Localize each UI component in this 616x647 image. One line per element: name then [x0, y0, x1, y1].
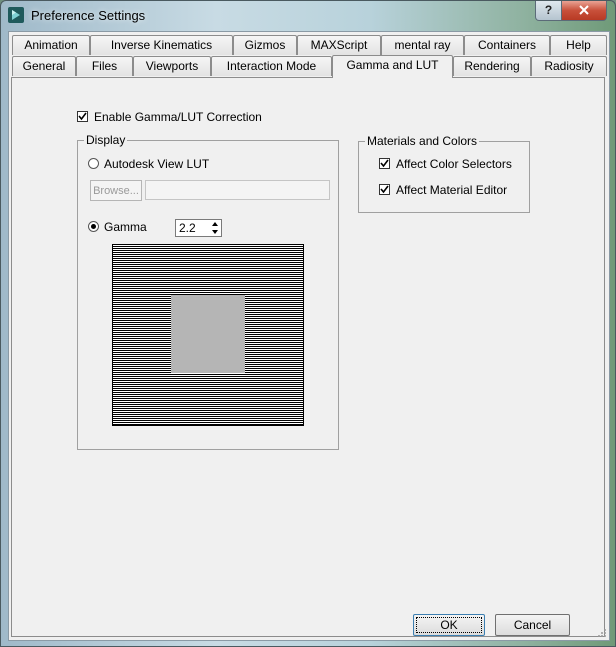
gamma-radio[interactable] — [88, 221, 99, 232]
tab-viewports[interactable]: Viewports — [133, 56, 211, 76]
tab-animation[interactable]: Animation — [12, 35, 90, 55]
gamma-value-input[interactable] — [177, 220, 209, 236]
tab-gamma-and-lut[interactable]: Gamma and LUT — [332, 55, 453, 78]
autodesk-view-lut-label[interactable]: Autodesk View LUT — [104, 157, 209, 171]
spinner-arrows[interactable] — [209, 220, 221, 236]
tab-gizmos[interactable]: Gizmos — [233, 35, 297, 55]
gamma-label[interactable]: Gamma — [104, 220, 147, 234]
dialog-client-area: Animation Inverse Kinematics Gizmos MAXS… — [8, 31, 610, 641]
materials-colors-group: Materials and Colors — [358, 134, 530, 213]
lut-path-field[interactable] — [145, 180, 330, 200]
tab-radiosity[interactable]: Radiosity — [531, 56, 607, 76]
cancel-button[interactable]: Cancel — [495, 614, 570, 636]
ok-button[interactable]: OK — [413, 614, 485, 636]
materials-colors-group-title: Materials and Colors — [365, 134, 480, 148]
tab-interaction-mode[interactable]: Interaction Mode — [211, 56, 332, 76]
affect-material-editor-label[interactable]: Affect Material Editor — [396, 183, 507, 197]
checkmark-icon — [78, 112, 87, 121]
affect-material-editor-checkbox[interactable] — [379, 184, 390, 195]
checkmark-icon — [380, 159, 389, 168]
affect-color-selectors-label[interactable]: Affect Color Selectors — [396, 157, 512, 171]
enable-gamma-lut-label[interactable]: Enable Gamma/LUT Correction — [94, 110, 262, 124]
gamma-reference-square — [171, 295, 245, 373]
tab-rendering[interactable]: Rendering — [453, 56, 531, 76]
tab-general[interactable]: General — [12, 56, 76, 76]
tab-mental-ray[interactable]: mental ray — [381, 35, 464, 55]
affect-color-selectors-checkbox[interactable] — [379, 158, 390, 169]
tab-inverse-kinematics[interactable]: Inverse Kinematics — [90, 35, 233, 55]
spin-up-icon[interactable] — [209, 220, 221, 228]
autodesk-view-lut-radio[interactable] — [88, 158, 99, 169]
help-button[interactable]: ? — [535, 1, 562, 21]
display-group-title: Display — [84, 133, 128, 147]
close-icon — [579, 5, 589, 15]
tab-help[interactable]: Help — [550, 35, 607, 55]
tab-maxscript[interactable]: MAXScript — [297, 35, 381, 55]
tab-containers[interactable]: Containers — [464, 35, 550, 55]
gamma-lut-panel: Enable Gamma/LUT Correction Display Auto… — [11, 77, 605, 637]
spin-down-icon[interactable] — [209, 228, 221, 236]
browse-button[interactable]: Browse... — [90, 180, 142, 201]
enable-gamma-lut-checkbox[interactable] — [77, 111, 88, 122]
close-button[interactable] — [561, 1, 607, 21]
window-title: Preference Settings — [31, 8, 146, 23]
title-bar[interactable]: Preference Settings ? — [1, 1, 615, 31]
radio-selected-dot — [91, 224, 96, 229]
gamma-spinner[interactable] — [175, 219, 222, 237]
3dsmax-app-icon — [8, 7, 24, 23]
resize-grip-icon[interactable] — [597, 628, 607, 638]
checkmark-icon — [380, 185, 389, 194]
gamma-test-pattern — [112, 244, 304, 426]
tab-files[interactable]: Files — [76, 56, 133, 76]
preference-settings-window: Preference Settings ? Animation Inverse … — [0, 0, 616, 647]
